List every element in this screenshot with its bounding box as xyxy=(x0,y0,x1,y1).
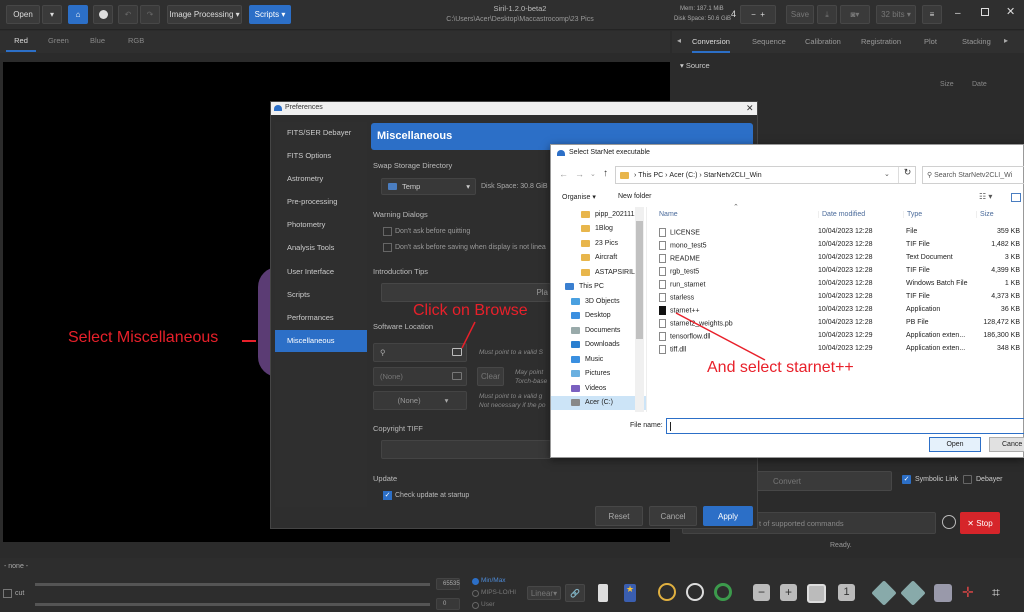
browse-arrow xyxy=(461,321,476,349)
annotation-select-starnet: And select starnet++ xyxy=(707,359,854,376)
annotation-arrows xyxy=(461,312,766,361)
starnet-arrow xyxy=(675,312,766,361)
